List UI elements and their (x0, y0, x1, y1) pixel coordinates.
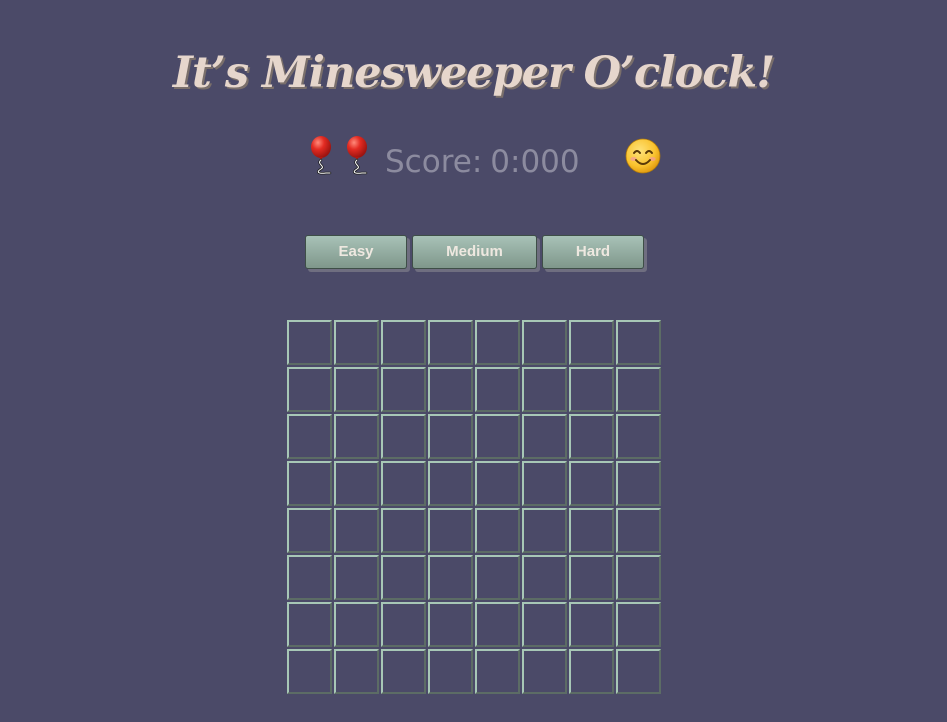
lives-indicator (306, 136, 376, 176)
board-cell[interactable] (569, 320, 614, 365)
board-cell[interactable] (334, 649, 379, 694)
medium-button[interactable]: Medium (412, 235, 537, 269)
board-cell[interactable] (616, 320, 661, 365)
board-cell[interactable] (569, 649, 614, 694)
board-cell[interactable] (569, 555, 614, 600)
board-cell[interactable] (569, 602, 614, 647)
score-value: 0:000 (490, 144, 580, 180)
board-cell[interactable] (616, 555, 661, 600)
board-cell[interactable] (287, 555, 332, 600)
board-cell[interactable] (334, 461, 379, 506)
board-cell[interactable] (616, 414, 661, 459)
board-cell[interactable] (334, 508, 379, 553)
board-cell[interactable] (522, 367, 567, 412)
board-cell[interactable] (381, 320, 426, 365)
game-board (286, 319, 662, 695)
board-cell[interactable] (287, 367, 332, 412)
board-cell[interactable] (569, 414, 614, 459)
board-cell[interactable] (522, 414, 567, 459)
board-cell[interactable] (381, 508, 426, 553)
board-cell[interactable] (287, 508, 332, 553)
board-cell[interactable] (616, 508, 661, 553)
board-cell[interactable] (522, 461, 567, 506)
board-cell[interactable] (428, 414, 473, 459)
board-cell[interactable] (569, 367, 614, 412)
board-cell[interactable] (428, 461, 473, 506)
board-cell[interactable] (475, 508, 520, 553)
board-cell[interactable] (569, 461, 614, 506)
board-cell[interactable] (616, 649, 661, 694)
smiling-face-icon[interactable] (625, 138, 661, 174)
board-cell[interactable] (381, 602, 426, 647)
board-cell[interactable] (616, 461, 661, 506)
board-cell[interactable] (428, 367, 473, 412)
board-cell[interactable] (475, 555, 520, 600)
board-cell[interactable] (287, 461, 332, 506)
board-cell[interactable] (334, 414, 379, 459)
board-cell[interactable] (381, 367, 426, 412)
board-cell[interactable] (428, 508, 473, 553)
easy-button[interactable]: Easy (305, 235, 407, 269)
board-cell[interactable] (522, 320, 567, 365)
board-cell[interactable] (428, 320, 473, 365)
balloon-icon (311, 136, 332, 175)
board-cell[interactable] (475, 320, 520, 365)
page-title: It’s Minesweeper O’clock! (172, 48, 775, 98)
board-cell[interactable] (475, 367, 520, 412)
board-cell[interactable] (616, 367, 661, 412)
board-cell[interactable] (475, 414, 520, 459)
board-cell[interactable] (522, 508, 567, 553)
board-cell[interactable] (381, 414, 426, 459)
hard-button[interactable]: Hard (542, 235, 644, 269)
board-cell[interactable] (287, 414, 332, 459)
board-cell[interactable] (475, 461, 520, 506)
board-cell[interactable] (334, 320, 379, 365)
board-cell[interactable] (522, 649, 567, 694)
board-cell[interactable] (616, 602, 661, 647)
board-cell[interactable] (428, 649, 473, 694)
score-label: Score: (385, 144, 483, 180)
board-cell[interactable] (287, 320, 332, 365)
board-cell[interactable] (428, 555, 473, 600)
board-cell[interactable] (381, 461, 426, 506)
board-cell[interactable] (569, 508, 614, 553)
board-cell[interactable] (287, 649, 332, 694)
board-cell[interactable] (475, 649, 520, 694)
balloon-icon (347, 136, 368, 175)
board-cell[interactable] (522, 602, 567, 647)
board-cell[interactable] (287, 602, 332, 647)
board-cell[interactable] (475, 602, 520, 647)
board-cell[interactable] (334, 555, 379, 600)
board-cell[interactable] (381, 555, 426, 600)
board-cell[interactable] (381, 649, 426, 694)
board-cell[interactable] (522, 555, 567, 600)
board-cell[interactable] (334, 602, 379, 647)
status-bar: Score: 0:000 (0, 134, 947, 194)
board-cell[interactable] (428, 602, 473, 647)
score-display: Score: 0:000 (385, 144, 580, 180)
board-cell[interactable] (334, 367, 379, 412)
